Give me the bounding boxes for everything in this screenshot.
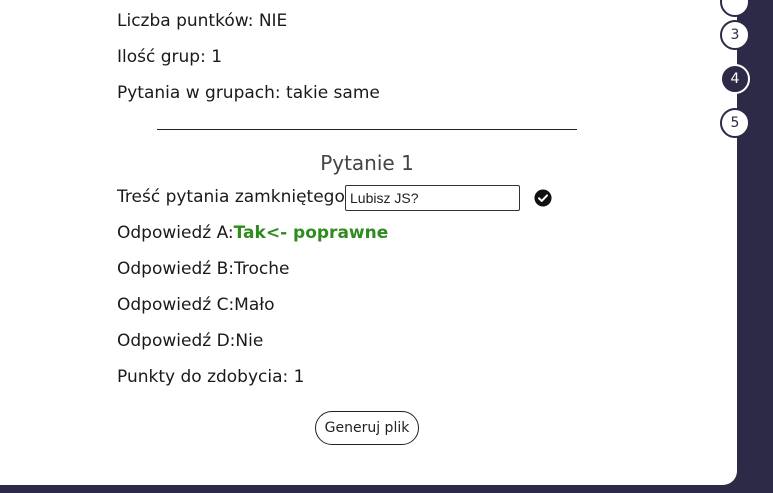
answer-a-label: Odpowiedź A: [117,223,234,243]
question-content-label: Treść pytania zamkniętego: [117,187,351,207]
section-divider [157,129,577,130]
step-indicator-3[interactable]: 3 [720,20,750,50]
step-indicator-4[interactable]: 4 [720,64,750,94]
question-title: Pytanie 1 [320,151,414,175]
answer-c: Odpowiedź C:Mało [117,295,275,315]
answer-d: Odpowiedź D:Nie [117,331,264,351]
check-circle-icon[interactable] [534,189,552,207]
points-setting: Liczba puntków: NIE [117,11,288,31]
generate-file-button[interactable]: Generuj plik [315,411,419,445]
answer-b: Odpowiedź B:Troche [117,259,290,279]
step-indicator-5[interactable]: 5 [720,108,750,138]
group-questions-setting: Pytania w grupach: takie same [117,83,380,103]
answer-a: Odpowiedź A:Tak<- poprawne [117,222,388,244]
groups-setting: Ilość grup: 1 [117,47,223,67]
question-points: Punkty do zdobycia: 1 [117,367,305,387]
answer-a-value: Tak<- poprawne [233,223,389,243]
question-content-input[interactable] [345,185,520,211]
